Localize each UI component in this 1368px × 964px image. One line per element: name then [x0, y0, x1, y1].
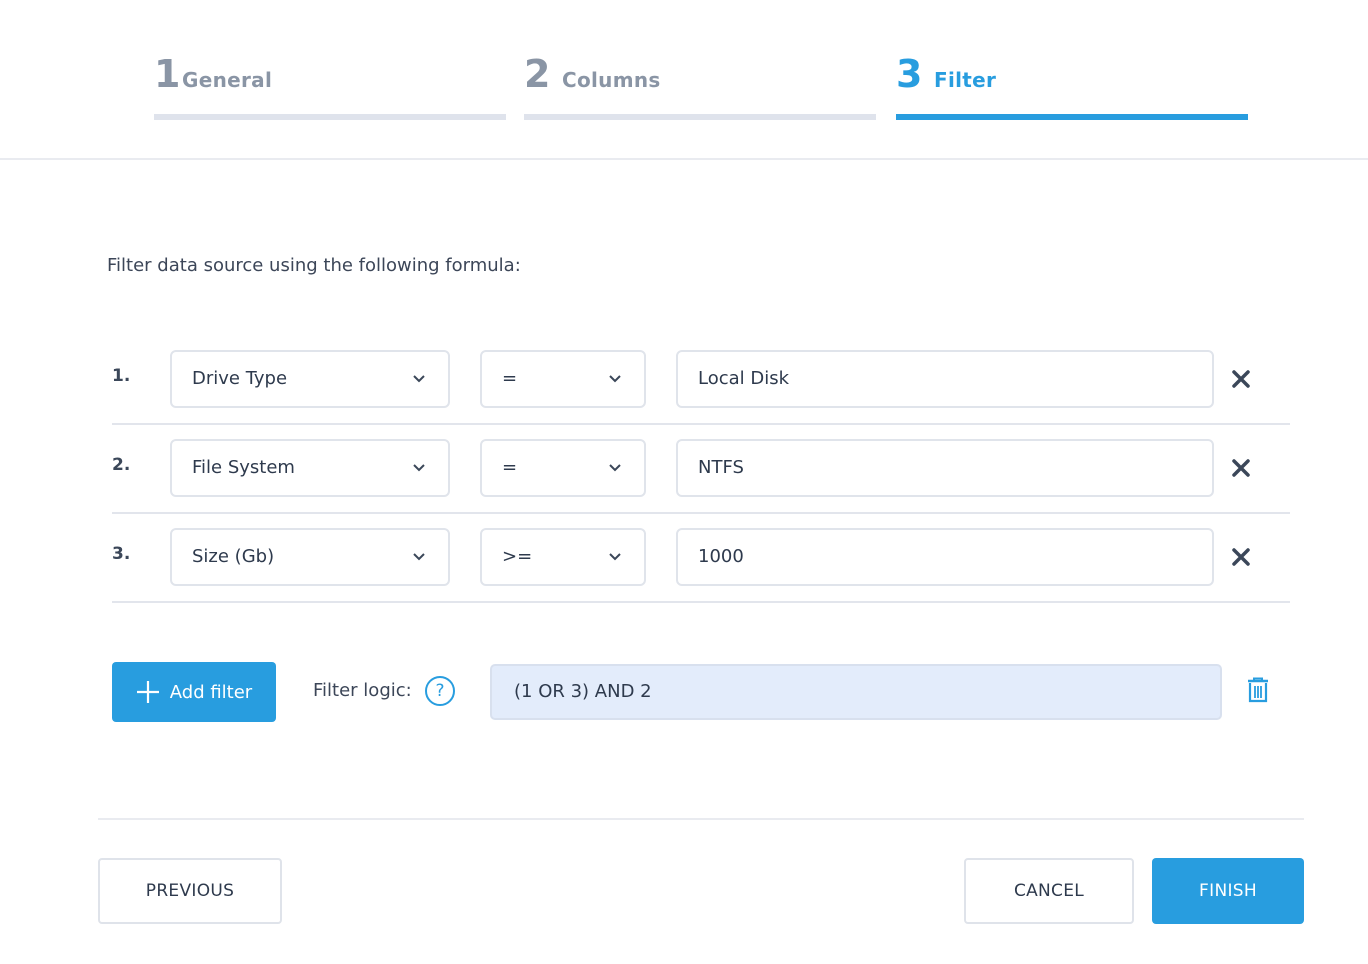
step-progress-bar — [524, 114, 876, 120]
filter-intro-text: Filter data source using the following f… — [107, 255, 521, 276]
plus-icon — [136, 681, 159, 703]
field-select[interactable]: Drive Type — [170, 350, 450, 408]
operator-select[interactable]: >= — [480, 528, 646, 586]
filter-logic-label: Filter logic: — [313, 680, 412, 701]
cancel-button[interactable]: CANCEL — [964, 858, 1134, 924]
value-input[interactable]: Local Disk — [676, 350, 1214, 408]
step-filter[interactable]: 3 Filter — [896, 52, 1248, 122]
close-icon[interactable] — [1230, 546, 1252, 568]
filter-list: 1. Drive Type = Local Disk 2. File Syste… — [112, 336, 1290, 603]
field-select-value: Size (Gb) — [192, 546, 275, 567]
chevron-down-icon — [413, 375, 425, 383]
step-columns[interactable]: 2 Columns — [524, 52, 876, 122]
operator-select[interactable]: = — [480, 439, 646, 497]
finish-button[interactable]: FINISH — [1152, 858, 1304, 924]
value-input[interactable]: 1000 — [676, 528, 1214, 586]
step-number: 2 — [524, 52, 551, 96]
filter-index: 2. — [112, 455, 131, 475]
filter-index: 1. — [112, 366, 131, 386]
chevron-down-icon — [609, 464, 621, 472]
close-icon[interactable] — [1230, 368, 1252, 390]
chevron-down-icon — [609, 553, 621, 561]
question-circle-icon[interactable]: ? — [425, 676, 455, 706]
chevron-down-icon — [609, 375, 621, 383]
step-label: Filter — [934, 68, 997, 92]
filter-row: 2. File System = NTFS — [112, 425, 1290, 514]
filter-row: 3. Size (Gb) >= 1000 — [112, 514, 1290, 603]
close-icon[interactable] — [1230, 457, 1252, 479]
step-number: 1 — [154, 52, 181, 96]
field-select[interactable]: File System — [170, 439, 450, 497]
step-progress-bar — [896, 114, 1248, 120]
wizard-stepper: 1 General 2 Columns 3 Filter — [0, 0, 1368, 160]
chevron-down-icon — [413, 553, 425, 561]
operator-select-value: = — [502, 457, 518, 478]
operator-select[interactable]: = — [480, 350, 646, 408]
value-input[interactable]: NTFS — [676, 439, 1214, 497]
footer-divider — [98, 818, 1304, 820]
previous-button[interactable]: PREVIOUS — [98, 858, 282, 924]
field-select-value: File System — [192, 457, 295, 478]
add-filter-label: Add filter — [169, 681, 253, 703]
filter-row: 1. Drive Type = Local Disk — [112, 336, 1290, 425]
operator-select-value: = — [502, 368, 518, 389]
add-filter-button[interactable]: Add filter — [112, 662, 276, 722]
operator-select-value: >= — [502, 546, 533, 567]
filter-logic-input[interactable]: (1 OR 3) AND 2 — [490, 664, 1222, 720]
field-select[interactable]: Size (Gb) — [170, 528, 450, 586]
trash-icon[interactable] — [1246, 677, 1270, 703]
chevron-down-icon — [413, 464, 425, 472]
step-number: 3 — [896, 52, 923, 96]
step-progress-bar — [154, 114, 506, 120]
step-label: General — [182, 68, 273, 92]
step-label: Columns — [562, 68, 661, 92]
filter-index: 3. — [112, 544, 131, 564]
field-select-value: Drive Type — [192, 368, 288, 389]
step-general[interactable]: 1 General — [154, 52, 506, 122]
